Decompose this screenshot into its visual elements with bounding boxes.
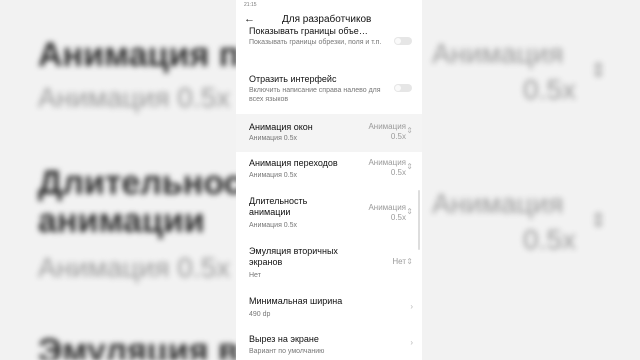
setting-value: 490 dp <box>249 311 271 318</box>
setting-min-width[interactable]: Минимальная ширина 490 dp › <box>236 292 422 326</box>
setting-label: Показывать границы объе… <box>249 26 368 36</box>
setting-current-value: Анимация 0.5x <box>368 122 406 141</box>
bg-text: Анимация 0.5x <box>38 82 231 113</box>
toggle-switch[interactable] <box>394 37 412 45</box>
toggle-switch[interactable] <box>394 84 412 92</box>
bg-text: Анимация <box>432 38 564 69</box>
setting-value: Анимация 0.5x <box>249 172 298 179</box>
setting-value: Анимация 0.5x <box>249 135 298 142</box>
setting-description: Показывать границы обрезки, поля и т.п. <box>249 39 382 46</box>
bg-text: Эмуляция в <box>38 332 239 360</box>
setting-current-value: Анимация 0.5x <box>368 158 406 177</box>
chevron-right-icon: › <box>410 338 413 347</box>
bg-text: Длительнос <box>38 164 243 202</box>
setting-label: Отразить интерфейс <box>249 74 337 84</box>
setting-transition-animation[interactable]: Анимация переходов Анимация 0.5x Анимаци… <box>236 154 422 192</box>
status-bar: 21:15 <box>244 2 257 8</box>
chevron-updown-icon: ⇕ <box>590 210 607 232</box>
chevron-updown-icon: ⇕ <box>406 207 413 216</box>
bg-text: Анимация п <box>38 36 240 74</box>
setting-secondary-displays[interactable]: Эмуляция вторичных экранов Нет Нет ⇕ <box>236 244 422 284</box>
chevron-updown-icon: ⇕ <box>590 60 607 82</box>
setting-description: Включить написание справа налево для все… <box>249 87 381 103</box>
setting-show-layout-bounds[interactable]: Показывать границы объе… Показывать гран… <box>236 24 422 60</box>
setting-animation-duration[interactable]: Длительность анимации Анимация 0.5x Аним… <box>236 194 422 236</box>
setting-label: Минимальная ширина <box>249 296 343 306</box>
chevron-updown-icon: ⇕ <box>406 126 413 135</box>
phone-screen: 21:15 ← Для разработчиков Показывать гра… <box>236 0 422 360</box>
setting-value: Вариант по умолчанию <box>249 348 325 355</box>
setting-label: Анимация окон <box>249 122 313 132</box>
setting-label: Длительность анимации <box>249 196 308 217</box>
setting-value: Нет <box>249 272 261 279</box>
bg-text: Анимация 0.5x <box>38 252 231 283</box>
setting-display-cutout[interactable]: Вырез на экране Вариант по умолчанию › <box>236 330 422 360</box>
bg-text: 0.5x <box>523 74 576 105</box>
setting-current-value: Нет <box>392 257 406 266</box>
bg-text: 0.5x <box>523 224 576 255</box>
setting-label: Вырез на экране <box>249 334 319 344</box>
setting-window-animation[interactable]: Анимация окон Анимация 0.5x Анимация 0.5… <box>236 114 422 152</box>
setting-current-value: Анимация 0.5x <box>368 203 406 222</box>
chevron-updown-icon: ⇕ <box>406 162 413 171</box>
bg-text: Анимация <box>432 188 564 219</box>
scrollbar[interactable] <box>418 190 420 250</box>
chevron-updown-icon: ⇕ <box>406 257 413 266</box>
setting-value: Анимация 0.5x <box>249 222 298 229</box>
setting-label: Эмуляция вторичных экранов <box>249 246 338 267</box>
setting-label: Анимация переходов <box>249 158 338 168</box>
chevron-right-icon: › <box>410 302 413 311</box>
setting-rtl-layout[interactable]: Отразить интерфейс Включить написание сп… <box>236 70 422 110</box>
bg-text: анимации <box>38 202 205 240</box>
